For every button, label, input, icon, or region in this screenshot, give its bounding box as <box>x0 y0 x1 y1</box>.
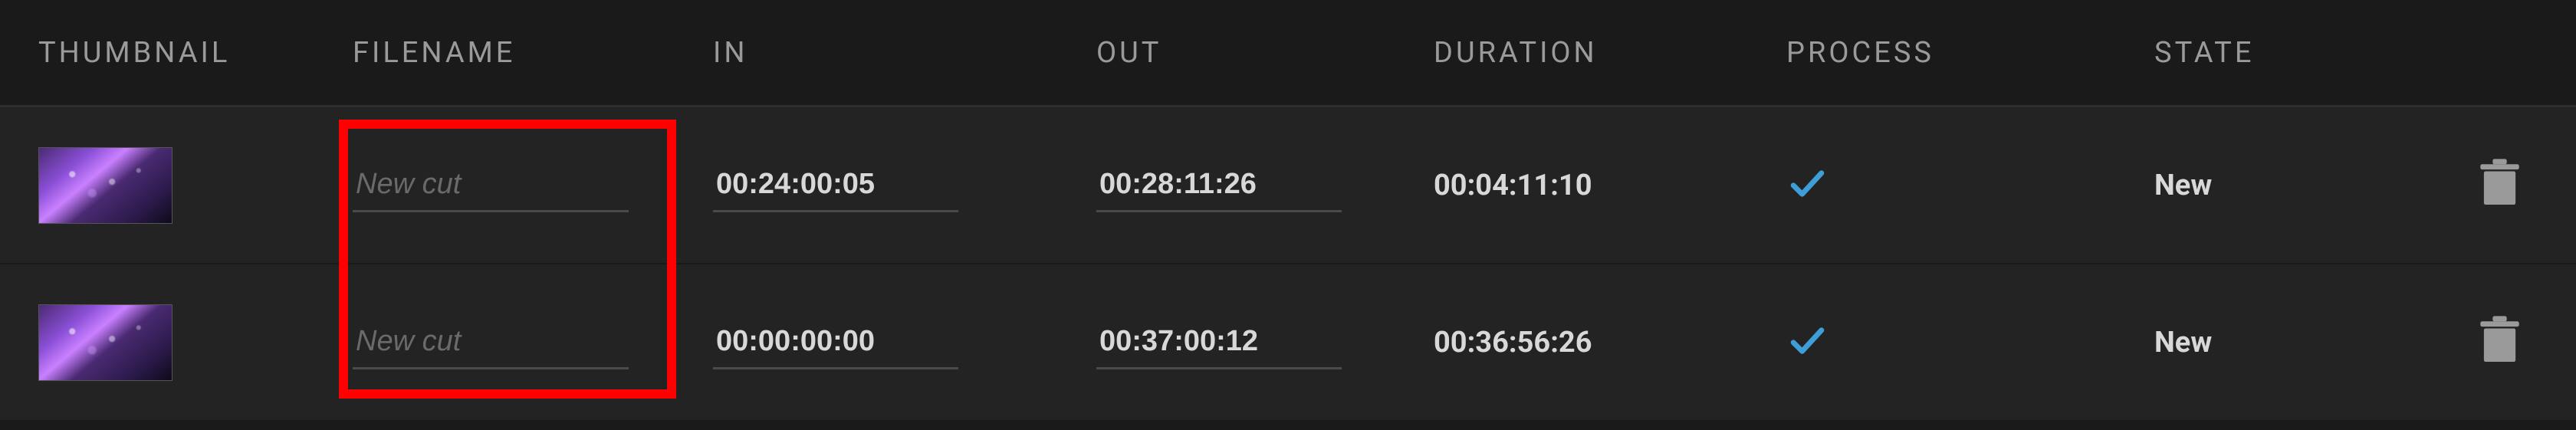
table-row: 00:04:11:10 New <box>0 107 2576 264</box>
out-timecode-input[interactable] <box>1096 316 1342 369</box>
process-cell <box>1771 162 2139 208</box>
delete-cell <box>2423 316 2561 369</box>
state-text: New <box>2154 326 2212 359</box>
column-header-filename: FILENAME <box>337 36 698 70</box>
in-cell <box>698 316 1081 369</box>
filename-cell <box>337 316 698 369</box>
cut-list-table: THUMBNAIL FILENAME IN OUT DURATION PROCE… <box>0 0 2576 422</box>
in-timecode-input[interactable] <box>713 316 958 369</box>
state-cell: New <box>2139 326 2423 359</box>
delete-cell <box>2423 159 2561 212</box>
state-cell: New <box>2139 169 2423 202</box>
column-header-in: IN <box>698 36 1081 70</box>
column-header-out: OUT <box>1081 36 1418 70</box>
out-timecode-input[interactable] <box>1096 159 1342 212</box>
filename-input[interactable] <box>353 159 629 212</box>
duration-text: 00:36:56:26 <box>1434 326 1592 359</box>
thumbnail-image[interactable] <box>38 147 172 224</box>
checkmark-icon[interactable] <box>1786 162 1829 208</box>
column-header-thumbnail: THUMBNAIL <box>0 36 337 70</box>
column-header-process: PROCESS <box>1771 36 2139 70</box>
in-timecode-input[interactable] <box>713 159 958 212</box>
process-cell <box>1771 320 2139 365</box>
out-cell <box>1081 316 1418 369</box>
column-header-state: STATE <box>2139 36 2423 70</box>
filename-input[interactable] <box>353 316 629 369</box>
duration-cell: 00:04:11:10 <box>1418 169 1771 202</box>
thumbnail-image[interactable] <box>38 304 172 381</box>
in-cell <box>698 159 1081 212</box>
table-header-row: THUMBNAIL FILENAME IN OUT DURATION PROCE… <box>0 0 2576 107</box>
checkmark-icon[interactable] <box>1786 320 1829 365</box>
thumbnail-cell <box>0 147 337 224</box>
state-text: New <box>2154 169 2212 202</box>
out-cell <box>1081 159 1418 212</box>
thumbnail-cell <box>0 304 337 381</box>
trash-icon[interactable] <box>2479 159 2521 212</box>
duration-cell: 00:36:56:26 <box>1418 326 1771 359</box>
duration-text: 00:04:11:10 <box>1434 169 1592 202</box>
table-row: 00:36:56:26 New <box>0 264 2576 422</box>
trash-icon[interactable] <box>2479 316 2521 369</box>
filename-cell <box>337 159 698 212</box>
column-header-duration: DURATION <box>1418 36 1771 70</box>
